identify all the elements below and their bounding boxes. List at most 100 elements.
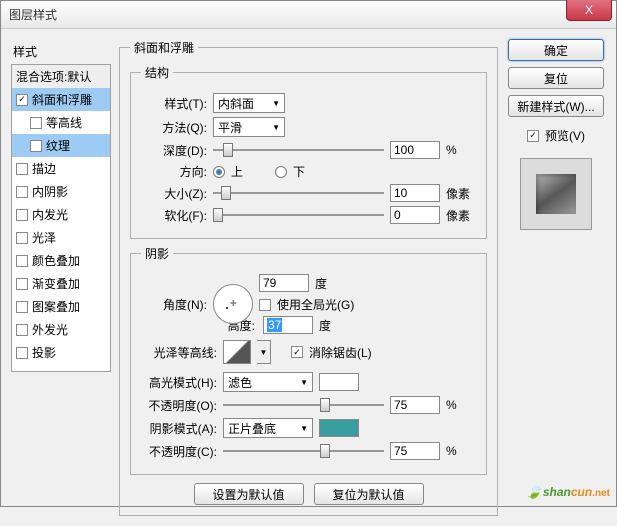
style-item[interactable]: 外发光: [12, 318, 110, 341]
hopac-input[interactable]: [390, 396, 440, 414]
direction-up-radio[interactable]: [213, 166, 225, 178]
global-light-label: 使用全局光(G): [277, 296, 354, 313]
soften-slider[interactable]: [213, 207, 384, 223]
style-item[interactable]: 内阴影: [12, 180, 110, 203]
antialias-checkbox[interactable]: ✓: [291, 346, 303, 358]
size-input[interactable]: [390, 184, 440, 202]
style-dropdown[interactable]: 内斜面▼: [213, 93, 285, 113]
close-icon: X: [585, 3, 593, 17]
style-checkbox[interactable]: ✓: [16, 94, 28, 106]
style-checkbox[interactable]: [16, 209, 28, 221]
altitude-unit: 度: [319, 317, 331, 334]
style-item[interactable]: 颜色叠加: [12, 249, 110, 272]
chevron-down-icon: ▼: [300, 424, 308, 433]
style-item[interactable]: 等高线: [12, 111, 110, 134]
style-item-label: 光泽: [32, 229, 56, 246]
style-item[interactable]: ✓ 斜面和浮雕: [12, 88, 110, 111]
angle-label: 角度(N):: [141, 296, 207, 313]
style-checkbox[interactable]: [16, 255, 28, 267]
altitude-input[interactable]: 37: [263, 316, 313, 334]
chevron-down-icon: ▼: [272, 99, 280, 108]
sopac-input[interactable]: [390, 442, 440, 460]
depth-slider[interactable]: [213, 142, 384, 158]
depth-input[interactable]: [390, 141, 440, 159]
angle-wheel[interactable]: [213, 284, 253, 324]
size-slider[interactable]: [213, 185, 384, 201]
settings-panel: 斜面和浮雕 结构 样式(T): 内斜面▼ 方法(Q): 平滑▼ 深度(D):: [119, 39, 498, 516]
cancel-button[interactable]: 复位: [508, 67, 604, 89]
preview-checkbox[interactable]: ✓: [527, 130, 539, 142]
style-item[interactable]: 渐变叠加: [12, 272, 110, 295]
window-title: 图层样式: [9, 6, 57, 23]
preview-thumbnail: [520, 158, 592, 230]
style-checkbox[interactable]: [16, 324, 28, 336]
hopac-label: 不透明度(O):: [141, 397, 217, 414]
style-checkbox[interactable]: [16, 301, 28, 313]
gloss-contour[interactable]: [223, 340, 251, 364]
depth-label: 深度(D):: [141, 142, 207, 159]
style-item-label: 外发光: [32, 321, 68, 338]
size-unit: 像素: [446, 185, 476, 202]
style-checkbox[interactable]: [30, 140, 42, 152]
method-dropdown[interactable]: 平滑▼: [213, 117, 285, 137]
style-item-label: 描边: [32, 160, 56, 177]
style-label: 样式(T):: [141, 95, 207, 112]
style-item-label: 颜色叠加: [32, 252, 80, 269]
soften-unit: 像素: [446, 207, 476, 224]
chevron-down-icon: ▼: [272, 123, 280, 132]
soften-input[interactable]: [390, 206, 440, 224]
style-checkbox[interactable]: [16, 232, 28, 244]
global-light-checkbox[interactable]: [259, 299, 271, 311]
style-checkbox[interactable]: [16, 347, 28, 359]
smode-dropdown[interactable]: 正片叠底▼: [223, 418, 313, 438]
titlebar: 图层样式 X: [1, 1, 616, 29]
styles-panel: 样式 混合选项:默认 ✓ 斜面和浮雕等高线纹理描边内阴影内发光光泽颜色叠加渐变叠加图…: [11, 39, 111, 516]
sopac-unit: %: [446, 444, 476, 458]
chevron-down-icon: ▼: [300, 378, 308, 387]
angle-unit: 度: [315, 275, 327, 292]
style-item[interactable]: 投影: [12, 341, 110, 364]
style-item[interactable]: 图案叠加: [12, 295, 110, 318]
gloss-dropdown-arrow[interactable]: ▼: [257, 340, 271, 364]
set-default-button[interactable]: 设置为默认值: [194, 483, 304, 505]
angle-input[interactable]: [259, 274, 309, 292]
style-checkbox[interactable]: [16, 278, 28, 290]
style-item[interactable]: 光泽: [12, 226, 110, 249]
hmode-label: 高光模式(H):: [141, 374, 217, 391]
style-checkbox[interactable]: [16, 163, 28, 175]
style-checkbox[interactable]: [30, 117, 42, 129]
style-item-label: 图案叠加: [32, 298, 80, 315]
close-button[interactable]: X: [566, 0, 612, 21]
preview-label: 预览(V): [545, 127, 585, 144]
direction-down-radio[interactable]: [275, 166, 287, 178]
reset-default-button[interactable]: 复位为默认值: [314, 483, 424, 505]
ok-button[interactable]: 确定: [508, 39, 604, 61]
gloss-label: 光泽等高线:: [141, 344, 217, 361]
style-item-label: 纹理: [46, 137, 70, 154]
hmode-dropdown[interactable]: 滤色▼: [223, 372, 313, 392]
layer-style-dialog: 图层样式 X 样式 混合选项:默认 ✓ 斜面和浮雕等高线纹理描边内阴影内发光光泽颜色…: [0, 0, 617, 507]
bevel-group: 斜面和浮雕 结构 样式(T): 内斜面▼ 方法(Q): 平滑▼ 深度(D):: [119, 39, 498, 516]
style-item[interactable]: 纹理: [12, 134, 110, 157]
style-item[interactable]: 内发光: [12, 203, 110, 226]
method-label: 方法(Q):: [141, 119, 207, 136]
sopac-slider[interactable]: [223, 443, 384, 459]
highlight-color-swatch[interactable]: [319, 373, 359, 391]
styles-header: 样式: [11, 39, 111, 64]
depth-unit: %: [446, 143, 476, 157]
shading-legend: 阴影: [141, 245, 173, 262]
hopac-unit: %: [446, 398, 476, 412]
sopac-label: 不透明度(C):: [141, 443, 217, 460]
new-style-button[interactable]: 新建样式(W)...: [508, 95, 604, 117]
hopac-slider[interactable]: [223, 397, 384, 413]
direction-label: 方向:: [141, 163, 207, 180]
style-item[interactable]: 混合选项:默认: [12, 65, 110, 88]
style-item-label: 内发光: [32, 206, 68, 223]
style-item[interactable]: 描边: [12, 157, 110, 180]
shadow-color-swatch[interactable]: [319, 419, 359, 437]
style-item-label: 等高线: [46, 114, 82, 131]
style-item-label: 斜面和浮雕: [32, 91, 92, 108]
style-checkbox[interactable]: [16, 186, 28, 198]
watermark: 🍃shancun.net: [525, 479, 610, 502]
structure-legend: 结构: [141, 64, 173, 81]
